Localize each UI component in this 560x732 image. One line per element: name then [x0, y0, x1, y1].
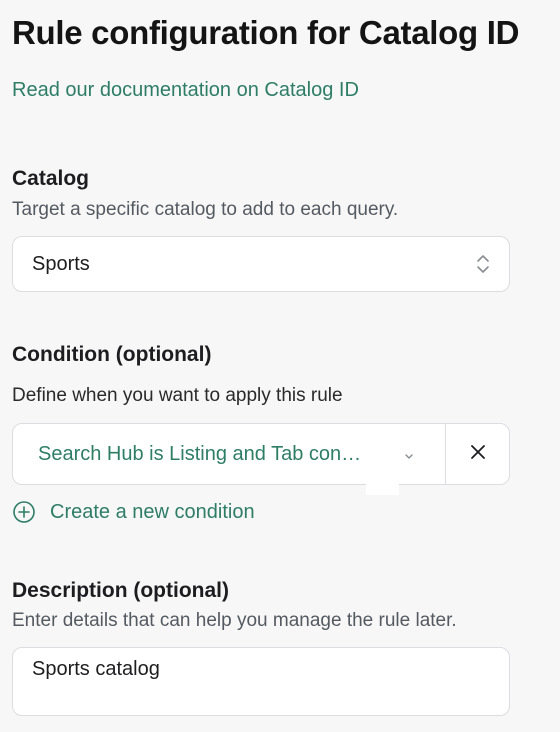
- description-field[interactable]: Sports catalog: [12, 647, 510, 716]
- condition-label: Condition (optional): [12, 343, 212, 366]
- close-icon: [469, 443, 487, 466]
- description-input[interactable]: Sports catalog: [32, 658, 490, 681]
- sort-up-down-icon: [476, 253, 490, 275]
- catalog-select[interactable]: Sports: [12, 236, 510, 292]
- add-circle-icon: [12, 500, 36, 524]
- rule-config-page: Rule configuration for Catalog ID Read o…: [0, 0, 560, 732]
- catalog-selected-value: Sports: [32, 252, 90, 275]
- documentation-link[interactable]: Read our documentation on Catalog ID: [12, 79, 359, 102]
- clear-condition-button[interactable]: [445, 424, 509, 484]
- catalog-help-text: Target a specific catalog to add to each…: [12, 199, 399, 220]
- condition-help-text: Define when you want to apply this rule: [12, 385, 343, 406]
- description-label: Description (optional): [12, 579, 229, 602]
- dropdown-notch: [366, 484, 399, 495]
- create-condition-button[interactable]: Create a new condition: [12, 500, 255, 524]
- condition-select[interactable]: Search Hub is Listing and Tab con…: [13, 424, 445, 484]
- chevron-down-icon: [402, 449, 416, 459]
- description-help-text: Enter details that can help you manage t…: [12, 610, 457, 631]
- create-condition-label: Create a new condition: [50, 500, 255, 523]
- catalog-label: Catalog: [12, 167, 90, 190]
- page-title: Rule configuration for Catalog ID: [12, 14, 520, 51]
- condition-value: Search Hub is Listing and Tab con…: [38, 442, 362, 465]
- condition-field: Search Hub is Listing and Tab con…: [12, 423, 510, 485]
